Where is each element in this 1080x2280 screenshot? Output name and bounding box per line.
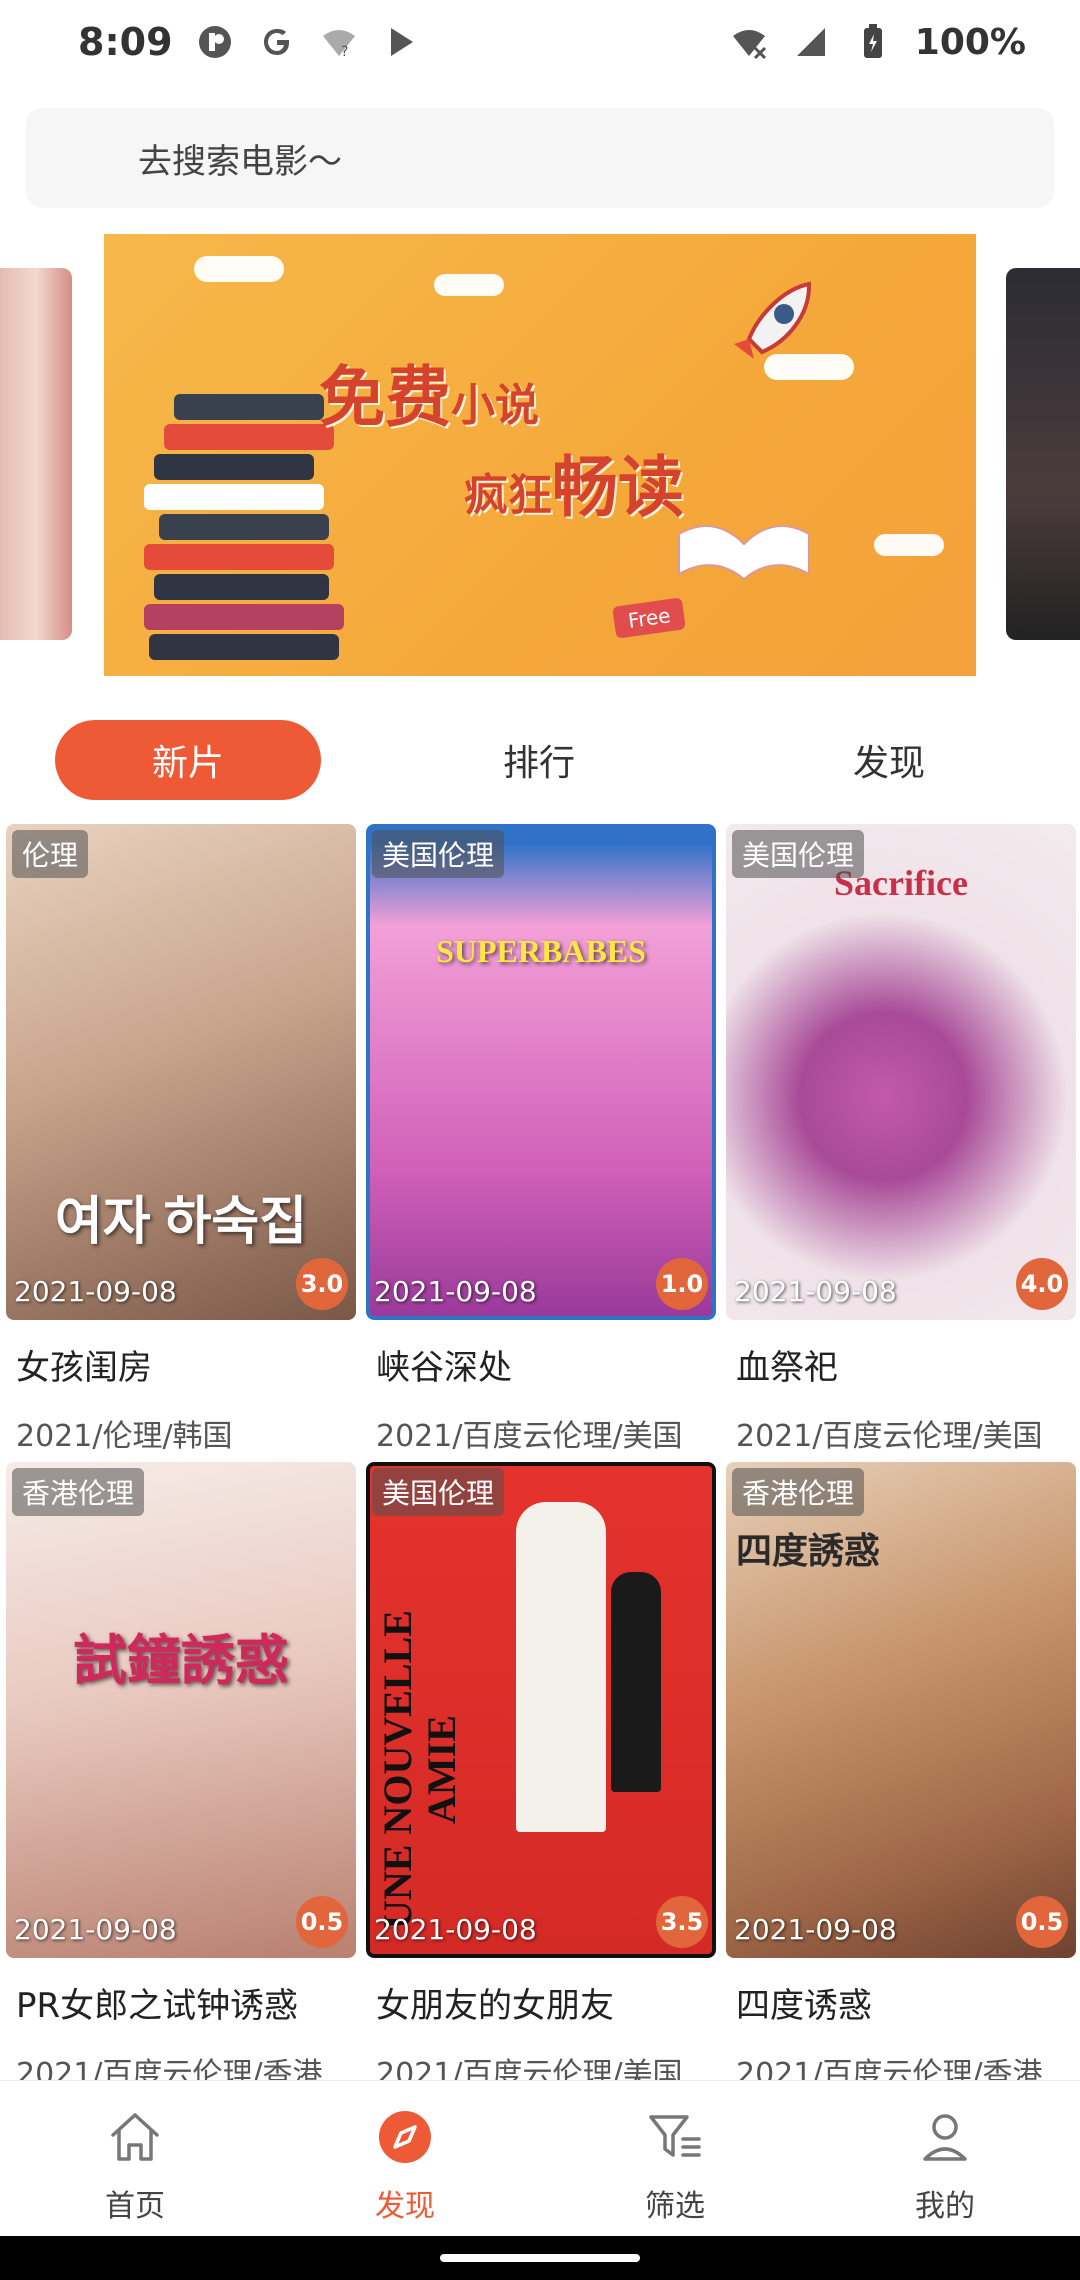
movie-title[interactable]: 四度诱惑 <box>726 1978 1076 2027</box>
movie-card[interactable]: 四度誘惑 香港伦理 2021-09-08 0.5 四度诱惑 2021/百度云伦理… <box>726 1462 1076 2093</box>
poster-title-text: 四度誘惑 <box>736 1531 881 1571</box>
nav-discover-label: 发现 <box>375 2189 435 2224</box>
poster-title-text: 여자 하숙집 <box>54 1194 308 1251</box>
poster-title-text: SUPERBABES <box>436 933 646 969</box>
nav-filter-label: 筛选 <box>645 2189 705 2224</box>
banner-line-2: 疯狂畅读 <box>464 448 684 526</box>
movie-title[interactable]: 女孩闺房 <box>6 1340 356 1389</box>
rating-badge: 3.0 <box>296 1258 348 1310</box>
movie-poster[interactable]: UNE NOUVELLE AMIE 美国伦理 2021-09-08 3.5 <box>366 1462 716 1958</box>
battery-percent: 100% <box>914 21 1026 63</box>
poster-art <box>6 1462 356 1958</box>
search-input[interactable]: 去搜索电影～ <box>26 108 1054 208</box>
nav-home-label: 首页 <box>105 2189 165 2224</box>
movie-title[interactable]: PR女郎之试钟诱惑 <box>6 1978 356 2027</box>
wifi-off-icon <box>729 22 769 62</box>
banner-carousel[interactable]: 免费小说 疯狂畅读 Free <box>0 232 1080 680</box>
nav-filter[interactable]: 筛选 <box>540 2081 810 2237</box>
genre-tag: 香港伦理 <box>12 1468 145 1516</box>
bottom-navigation: 首页 发现 筛选 我的 <box>0 2080 1080 2236</box>
genre-tag: 美国伦理 <box>732 830 865 878</box>
poster-title-text: UNE NOUVELLE AMIE <box>375 1610 464 1930</box>
movie-meta: 2021/伦理/韩国 <box>16 1419 233 1454</box>
home-gesture-handle[interactable] <box>440 2254 640 2262</box>
category-tabs: 新片 排行 发现 <box>0 720 1080 800</box>
poster-art <box>366 824 716 1320</box>
rating-badge: 4.0 <box>1016 1258 1068 1310</box>
movie-poster[interactable]: 試鐘誘惑 香港伦理 2021-09-08 0.5 <box>6 1462 356 1958</box>
wifi-question-icon: ? <box>319 22 359 62</box>
signal-icon <box>791 22 831 62</box>
status-time: 8:09 <box>78 20 173 64</box>
movie-poster[interactable]: 여자 하숙집 伦理 2021-09-08 3.0 <box>6 824 356 1320</box>
poster-figure <box>516 1502 606 1832</box>
movie-meta: 2021/百度云伦理/美国 <box>376 1419 683 1454</box>
poster-title-text: 試鐘誘惑 <box>73 1631 289 1691</box>
home-icon <box>105 2107 165 2167</box>
tab-new[interactable]: 新片 <box>55 720 321 800</box>
filter-icon <box>645 2107 705 2167</box>
rating-badge: 0.5 <box>1016 1896 1068 1948</box>
release-date: 2021-09-08 <box>734 1913 897 1946</box>
play-store-icon <box>381 22 421 62</box>
banner-slide-novel[interactable]: 免费小说 疯狂畅读 Free <box>104 234 976 676</box>
movie-poster[interactable]: 四度誘惑 香港伦理 2021-09-08 0.5 <box>726 1462 1076 1958</box>
open-book-illustration <box>678 525 810 581</box>
movie-poster[interactable]: Sacrifice 美国伦理 2021-09-08 4.0 <box>726 824 1076 1320</box>
movie-card[interactable]: SUPERBABES 美国伦理 2021-09-08 1.0 峡谷深处 2021… <box>366 824 716 1455</box>
book-stack-illustration <box>144 394 344 664</box>
app-screen: 8:09 ? 100% 去搜索电影～ 免费小说 疯狂畅读 Free 新片 排行 … <box>0 0 1080 2280</box>
release-date: 2021-09-08 <box>374 1913 537 1946</box>
movie-card[interactable]: 試鐘誘惑 香港伦理 2021-09-08 0.5 PR女郎之试钟诱惑 2021/… <box>6 1462 356 2093</box>
movie-poster[interactable]: SUPERBABES 美国伦理 2021-09-08 1.0 <box>366 824 716 1320</box>
tab-discover[interactable]: 发现 <box>756 720 1022 800</box>
banner-line-1: 免费小说 <box>319 358 539 436</box>
release-date: 2021-09-08 <box>14 1913 177 1946</box>
rocket-illustration <box>724 281 812 374</box>
movie-card[interactable]: UNE NOUVELLE AMIE 美国伦理 2021-09-08 3.5 女朋… <box>366 1462 716 2093</box>
movie-title[interactable]: 峡谷深处 <box>366 1340 716 1389</box>
battery-icon <box>853 22 893 62</box>
nav-discover[interactable]: 发现 <box>270 2081 540 2237</box>
svg-text:?: ? <box>341 44 348 60</box>
rating-badge: 0.5 <box>296 1896 348 1948</box>
movie-title[interactable]: 女朋友的女朋友 <box>366 1978 716 2027</box>
release-date: 2021-09-08 <box>374 1275 537 1308</box>
status-right: 100% <box>729 22 1026 63</box>
genre-tag: 伦理 <box>12 830 89 878</box>
system-gesture-area <box>0 2236 1080 2280</box>
nav-profile-label: 我的 <box>915 2189 975 2224</box>
free-tag: Free <box>612 597 687 639</box>
genre-tag: 美国伦理 <box>372 830 505 878</box>
genre-tag: 美国伦理 <box>372 1468 505 1516</box>
movie-card[interactable]: 여자 하숙집 伦理 2021-09-08 3.0 女孩闺房 2021/伦理/韩国 <box>6 824 356 1455</box>
banner-next-slide[interactable] <box>1006 268 1080 640</box>
compass-icon <box>375 2107 435 2167</box>
movie-title[interactable]: 血祭祀 <box>726 1340 1076 1389</box>
google-icon <box>257 22 297 62</box>
nav-profile[interactable]: 我的 <box>810 2081 1080 2237</box>
search-placeholder: 去搜索电影～ <box>138 141 342 182</box>
banner-previous-slide[interactable] <box>0 268 72 640</box>
profile-icon <box>915 2107 975 2167</box>
genre-tag: 香港伦理 <box>732 1468 865 1516</box>
app-notification-icon <box>195 22 235 62</box>
nav-home[interactable]: 首页 <box>0 2081 270 2237</box>
rating-badge: 3.5 <box>656 1896 708 1948</box>
movie-meta: 2021/百度云伦理/美国 <box>736 1419 1043 1454</box>
release-date: 2021-09-08 <box>14 1275 177 1308</box>
movie-card[interactable]: Sacrifice 美国伦理 2021-09-08 4.0 血祭祀 2021/百… <box>726 824 1076 1455</box>
status-left: 8:09 ? <box>78 20 421 64</box>
poster-figure <box>611 1572 661 1792</box>
rating-badge: 1.0 <box>656 1258 708 1310</box>
status-bar: 8:09 ? 100% <box>0 0 1080 84</box>
release-date: 2021-09-08 <box>734 1275 897 1308</box>
tab-ranking[interactable]: 排行 <box>406 720 672 800</box>
